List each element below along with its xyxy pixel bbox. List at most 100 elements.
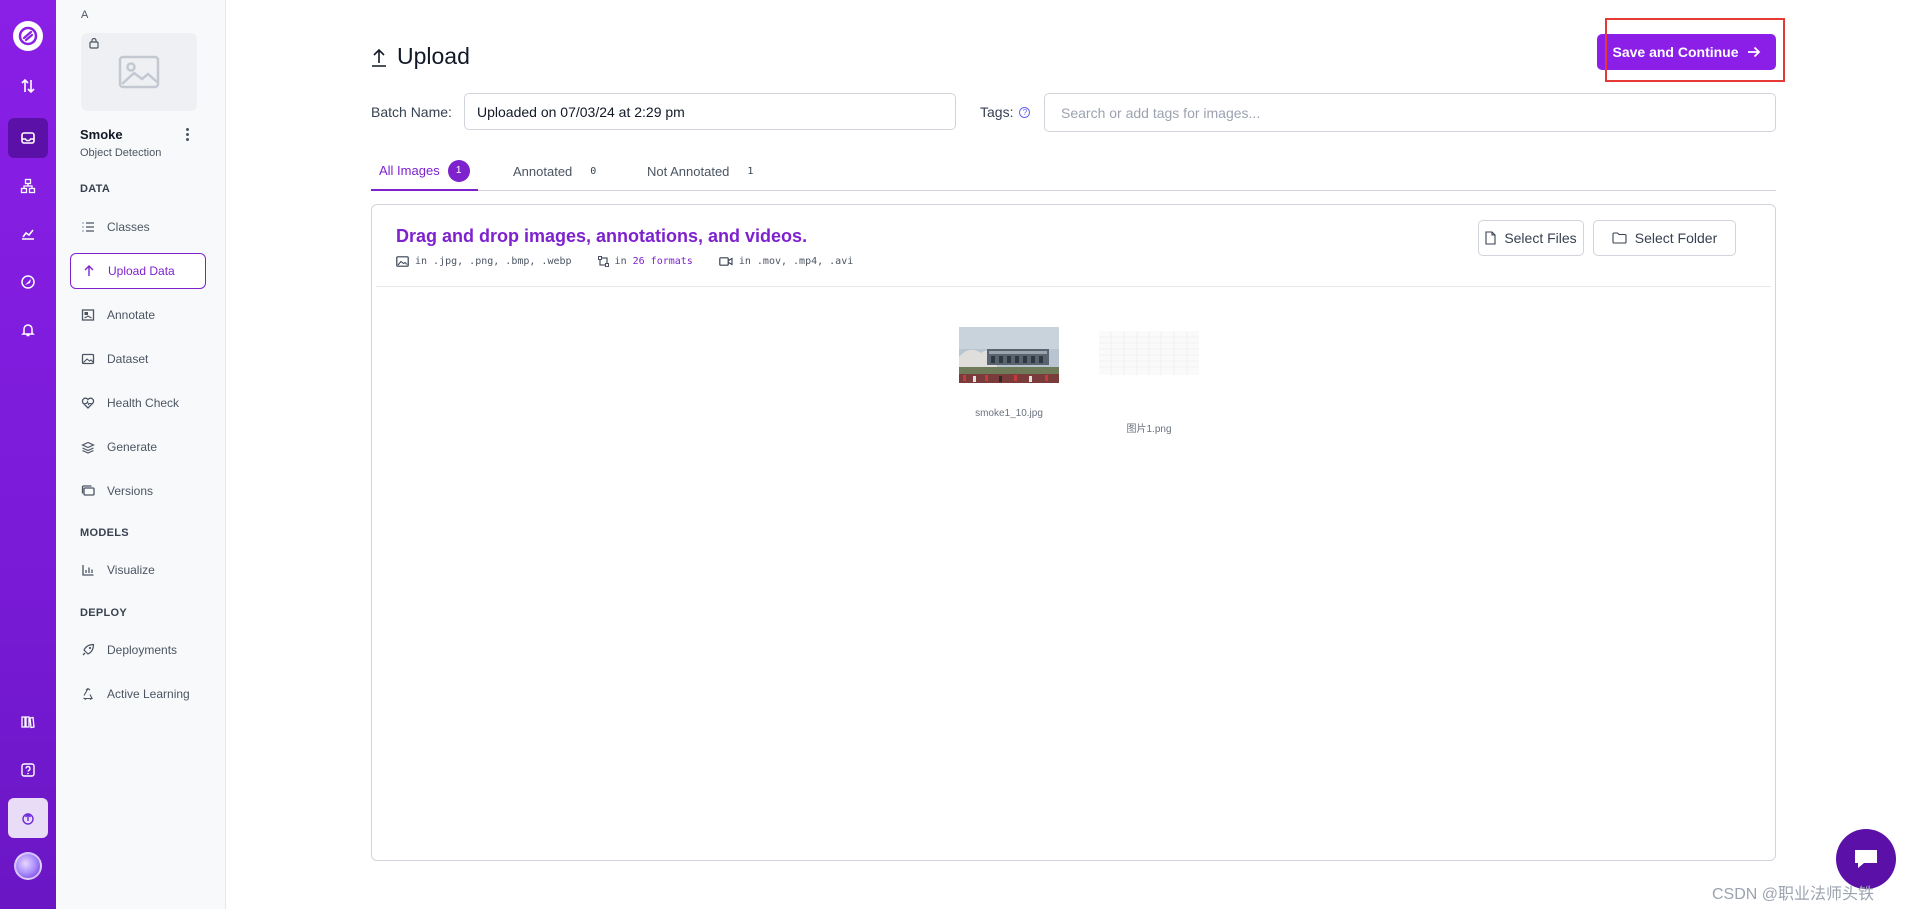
sidebar-item-label: Health Check xyxy=(107,396,180,410)
sidebar-item-annotate[interactable]: Annotate xyxy=(70,297,206,333)
inbox-icon[interactable] xyxy=(8,118,48,158)
upload-arrow-icon xyxy=(372,48,386,67)
sidebar-item-upload-data[interactable]: Upload Data xyxy=(70,253,206,289)
file-name: smoke1_10.jpg xyxy=(975,408,1043,419)
tags-label-text: Tags: xyxy=(980,104,1014,120)
sidebar-item-visualize[interactable]: Visualize xyxy=(70,552,206,588)
bell-icon[interactable] xyxy=(8,310,48,350)
annotate-icon xyxy=(81,309,95,321)
logo-icon[interactable] xyxy=(13,21,43,51)
project-name: Smoke xyxy=(80,127,123,142)
upload-arrow-icon xyxy=(84,265,94,276)
chart-icon[interactable] xyxy=(8,214,48,254)
sidebar-item-label: Deployments xyxy=(107,643,178,657)
upload-icon[interactable] xyxy=(8,798,48,838)
lock-icon xyxy=(88,36,100,54)
select-files-label: Select Files xyxy=(1504,230,1577,246)
image-formats: in .jpg, .png, .bmp, .webp xyxy=(396,256,572,267)
image-placeholder-icon xyxy=(118,55,160,89)
supported-formats: in .jpg, .png, .bmp, .webp in 26 formats… xyxy=(396,256,879,267)
sidebar-item-label: Upload Data xyxy=(108,264,175,278)
sidebar-item-label: Versions xyxy=(107,484,154,498)
transfer-icon[interactable] xyxy=(8,66,48,106)
sidebar-item-label: Annotate xyxy=(107,308,156,322)
file-preview-image xyxy=(1099,331,1199,387)
image-tabs: All Images 1 Annotated 0 Not Annotated 1 xyxy=(371,152,1776,191)
save-and-continue-button[interactable]: Save and Continue xyxy=(1597,34,1776,70)
section-deploy: DEPLOY xyxy=(80,607,128,619)
arrow-right-icon xyxy=(1747,46,1760,58)
file-thumbnail[interactable]: smoke1_10.jpg xyxy=(954,327,1064,419)
tags-input[interactable] xyxy=(1044,93,1776,132)
tab-count: 0 xyxy=(590,165,597,177)
image-icon xyxy=(81,353,95,365)
tab-count: 1 xyxy=(747,165,754,177)
sidebar-item-dataset[interactable]: Dataset xyxy=(70,341,206,377)
video-formats: in .mov, .mp4, .avi xyxy=(719,256,853,267)
section-models: MODELS xyxy=(80,527,129,539)
list-icon xyxy=(82,222,94,232)
tab-annotated[interactable]: Annotated 0 xyxy=(513,152,596,190)
question-icon[interactable]: ? xyxy=(1019,106,1031,118)
chat-icon xyxy=(1855,850,1877,868)
more-options-icon[interactable] xyxy=(182,126,192,142)
help-icon[interactable] xyxy=(8,750,48,790)
heart-icon xyxy=(81,397,95,409)
video-formats-text: in .mov, .mp4, .avi xyxy=(738,256,854,267)
image-icon xyxy=(396,256,409,267)
workflow-icon[interactable] xyxy=(8,166,48,206)
explore-icon[interactable] xyxy=(8,262,48,302)
formats-link[interactable]: 26 formats xyxy=(633,256,693,267)
annotation-formats: in 26 formats xyxy=(597,256,693,267)
bounding-box-icon xyxy=(597,256,609,267)
sidebar-item-label: Generate xyxy=(107,440,158,454)
avatar[interactable] xyxy=(14,852,42,880)
file-name: 图片1.png xyxy=(1126,424,1172,435)
tab-not-annotated[interactable]: Not Annotated 1 xyxy=(647,152,753,190)
batch-name-label: Batch Name: xyxy=(371,104,452,120)
stack-icon xyxy=(81,485,95,496)
sidebar-item-versions[interactable]: Versions xyxy=(70,473,206,509)
upload-dropzone[interactable]: Drag and drop images, annotations, and v… xyxy=(371,204,1776,861)
select-folder-label: Select Folder xyxy=(1634,230,1718,246)
app-rail xyxy=(0,0,56,909)
tab-label: Not Annotated xyxy=(647,163,730,179)
image-formats-text: in .jpg, .png, .bmp, .webp xyxy=(415,256,572,267)
file-preview-image xyxy=(959,327,1059,383)
annotation-formats-prefix: in xyxy=(614,256,627,267)
sidebar-item-label: Dataset xyxy=(107,352,149,366)
workspace-letter: A xyxy=(81,9,89,21)
page-title-text: Upload xyxy=(397,43,470,69)
tab-all-images[interactable]: All Images 1 xyxy=(371,152,478,191)
video-icon xyxy=(719,257,733,266)
file-thumbnail[interactable]: 图片1.png xyxy=(1094,327,1204,435)
sidebar-item-label: Classes xyxy=(107,220,150,234)
tab-label: Annotated xyxy=(513,163,573,179)
sidebar-item-health-check[interactable]: Health Check xyxy=(70,385,206,421)
page-title: Upload xyxy=(371,43,470,70)
sidebar-item-deployments[interactable]: Deployments xyxy=(70,632,206,668)
select-folder-button[interactable]: Select Folder xyxy=(1593,220,1736,256)
project-type: Object Detection xyxy=(80,147,162,159)
section-data: DATA xyxy=(80,183,111,195)
tags-label: Tags: ? xyxy=(980,104,1031,120)
docs-icon[interactable] xyxy=(8,702,48,742)
tab-label: All Images xyxy=(379,163,440,178)
folder-icon xyxy=(1612,232,1627,244)
watermark: CSDN @职业法师头铁 xyxy=(1712,886,1875,903)
dropzone-title: Drag and drop images, annotations, and v… xyxy=(396,226,808,246)
layers-icon xyxy=(81,441,95,454)
sidebar-item-classes[interactable]: Classes xyxy=(70,209,206,245)
dropzone-divider xyxy=(376,286,1771,287)
tab-count-badge: 1 xyxy=(447,159,470,182)
recycle-icon xyxy=(83,687,93,700)
sidebar-item-active-learning[interactable]: Active Learning xyxy=(70,676,206,712)
project-sidebar: A Smoke Object Detection DATA Classes Up… xyxy=(56,0,226,909)
rocket-icon xyxy=(82,643,95,656)
sidebar-item-generate[interactable]: Generate xyxy=(70,429,206,465)
batch-name-input[interactable] xyxy=(464,93,956,130)
save-label: Save and Continue xyxy=(1612,44,1739,60)
sidebar-item-label: Active Learning xyxy=(107,687,190,701)
sidebar-item-label: Visualize xyxy=(107,563,155,577)
select-files-button[interactable]: Select Files xyxy=(1478,220,1584,256)
